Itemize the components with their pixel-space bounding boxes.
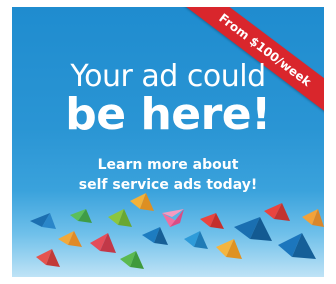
bird-icon [234, 217, 272, 241]
bird-icon [58, 231, 82, 247]
bird-icon [90, 233, 116, 253]
bird-icon [36, 249, 60, 267]
bird-icon [216, 239, 242, 259]
bird-icon [130, 193, 154, 211]
bird-icon [302, 209, 324, 227]
bird-icon [142, 227, 168, 245]
bird-icon [264, 203, 290, 221]
bird-icon [162, 209, 184, 227]
self-service-ad-banner[interactable]: From $100/week Your ad could be here! Le… [12, 7, 324, 277]
ad-headline-line2: be here! [65, 89, 271, 140]
ad-subtext-line1: Learn more about [97, 157, 239, 173]
bird-icon [184, 231, 208, 249]
bird-icon [120, 251, 144, 269]
bird-icon [200, 213, 224, 229]
bird-icon [278, 233, 316, 259]
bird-icon [30, 213, 56, 229]
bird-icon [70, 209, 92, 223]
bird-icon [108, 209, 132, 227]
paper-bird-flock-icon [30, 193, 324, 269]
